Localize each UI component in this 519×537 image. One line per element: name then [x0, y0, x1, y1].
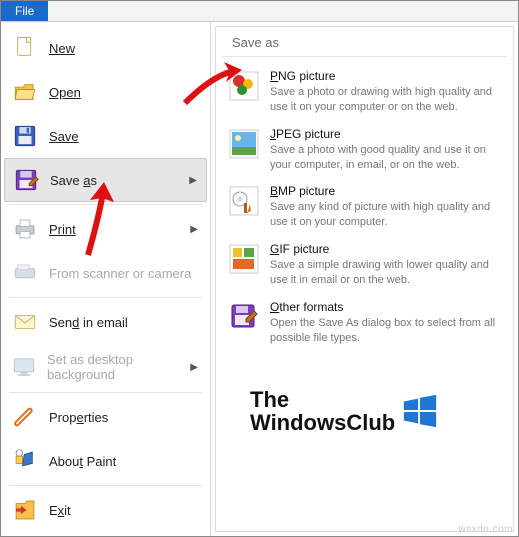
print-icon	[11, 215, 39, 243]
menu-send-email[interactable]: Send in email	[1, 300, 210, 344]
option-desc: Save a simple drawing with lower quality…	[270, 258, 501, 288]
option-jpeg[interactable]: JPEG picture Save a photo with good qual…	[224, 121, 505, 179]
menu-body: New Open Save Save as ▶	[1, 22, 518, 536]
properties-icon	[11, 403, 39, 431]
annotation-arrow	[78, 180, 128, 260]
menu-properties[interactable]: Properties	[1, 395, 210, 439]
menu-exit[interactable]: Exit	[1, 488, 210, 532]
source-watermark: wsxdn.com	[458, 524, 513, 535]
menu-label: Exit	[49, 503, 71, 518]
option-png[interactable]: PNG picture Save a photo or drawing with…	[224, 63, 505, 121]
exit-icon	[11, 496, 39, 524]
ribbon-tabs: File	[1, 1, 518, 22]
desktop-icon	[11, 353, 37, 381]
option-title: PNG picture	[270, 69, 501, 83]
menu-label: About Paint	[49, 454, 116, 469]
watermark-logo: TheWindowsClub	[250, 388, 480, 434]
option-desc: Open the Save As dialog box to select fr…	[270, 316, 501, 346]
separator	[9, 392, 202, 393]
annotation-arrow	[180, 58, 250, 108]
panel-header: Save as	[222, 27, 507, 57]
option-title: Other formats	[270, 300, 501, 314]
menu-desktop-bg: Set as desktop background ▶	[1, 344, 210, 390]
menu-new[interactable]: New	[1, 26, 210, 70]
logo-text: TheWindowsClub	[250, 388, 395, 434]
menu-label: Open	[49, 85, 81, 100]
windows-logo-icon	[401, 392, 439, 430]
chevron-right-icon: ▶	[190, 362, 200, 373]
option-desc: Save a photo with good quality and use i…	[270, 143, 501, 173]
save-as-icon	[12, 166, 40, 194]
menu-label: Save	[49, 129, 79, 144]
about-icon	[11, 447, 39, 475]
menu-label: New	[49, 41, 75, 56]
open-icon	[11, 78, 39, 106]
save-as-panel: Save as PNG picture Save a photo or draw…	[215, 26, 514, 532]
menu-about[interactable]: About Paint	[1, 439, 210, 483]
save-as-options: PNG picture Save a photo or drawing with…	[216, 57, 513, 357]
file-menu-window: File New Open Save	[0, 0, 519, 537]
option-bmp[interactable]: BMP picture Save any kind of picture wit…	[224, 178, 505, 236]
chevron-right-icon: ▶	[190, 224, 200, 235]
scanner-icon	[11, 259, 39, 287]
chevron-right-icon: ▶	[189, 175, 199, 186]
option-desc: Save any kind of picture with high quali…	[270, 200, 501, 230]
menu-open[interactable]: Open	[1, 70, 210, 114]
option-other[interactable]: Other formats Open the Save As dialog bo…	[224, 294, 505, 352]
separator	[9, 485, 202, 486]
separator	[9, 297, 202, 298]
save-icon	[11, 122, 39, 150]
new-icon	[11, 34, 39, 62]
menu-label: From scanner or camera	[49, 266, 191, 281]
option-title: JPEG picture	[270, 127, 501, 141]
menu-label: Print	[49, 222, 76, 237]
other-formats-icon	[228, 300, 260, 334]
menu-label: Set as desktop background	[47, 352, 180, 382]
file-tab[interactable]: File	[1, 1, 48, 21]
bmp-icon	[228, 184, 260, 218]
option-desc: Save a photo or drawing with high qualit…	[270, 85, 501, 115]
menu-save[interactable]: Save	[1, 114, 210, 158]
option-title: BMP picture	[270, 184, 501, 198]
menu-label: Properties	[49, 410, 108, 425]
option-title: GIF picture	[270, 242, 501, 256]
option-gif[interactable]: GIF picture Save a simple drawing with l…	[224, 236, 505, 294]
gif-icon	[228, 242, 260, 276]
menu-label: Send in email	[49, 315, 128, 330]
email-icon	[11, 308, 39, 336]
jpeg-icon	[228, 127, 260, 161]
